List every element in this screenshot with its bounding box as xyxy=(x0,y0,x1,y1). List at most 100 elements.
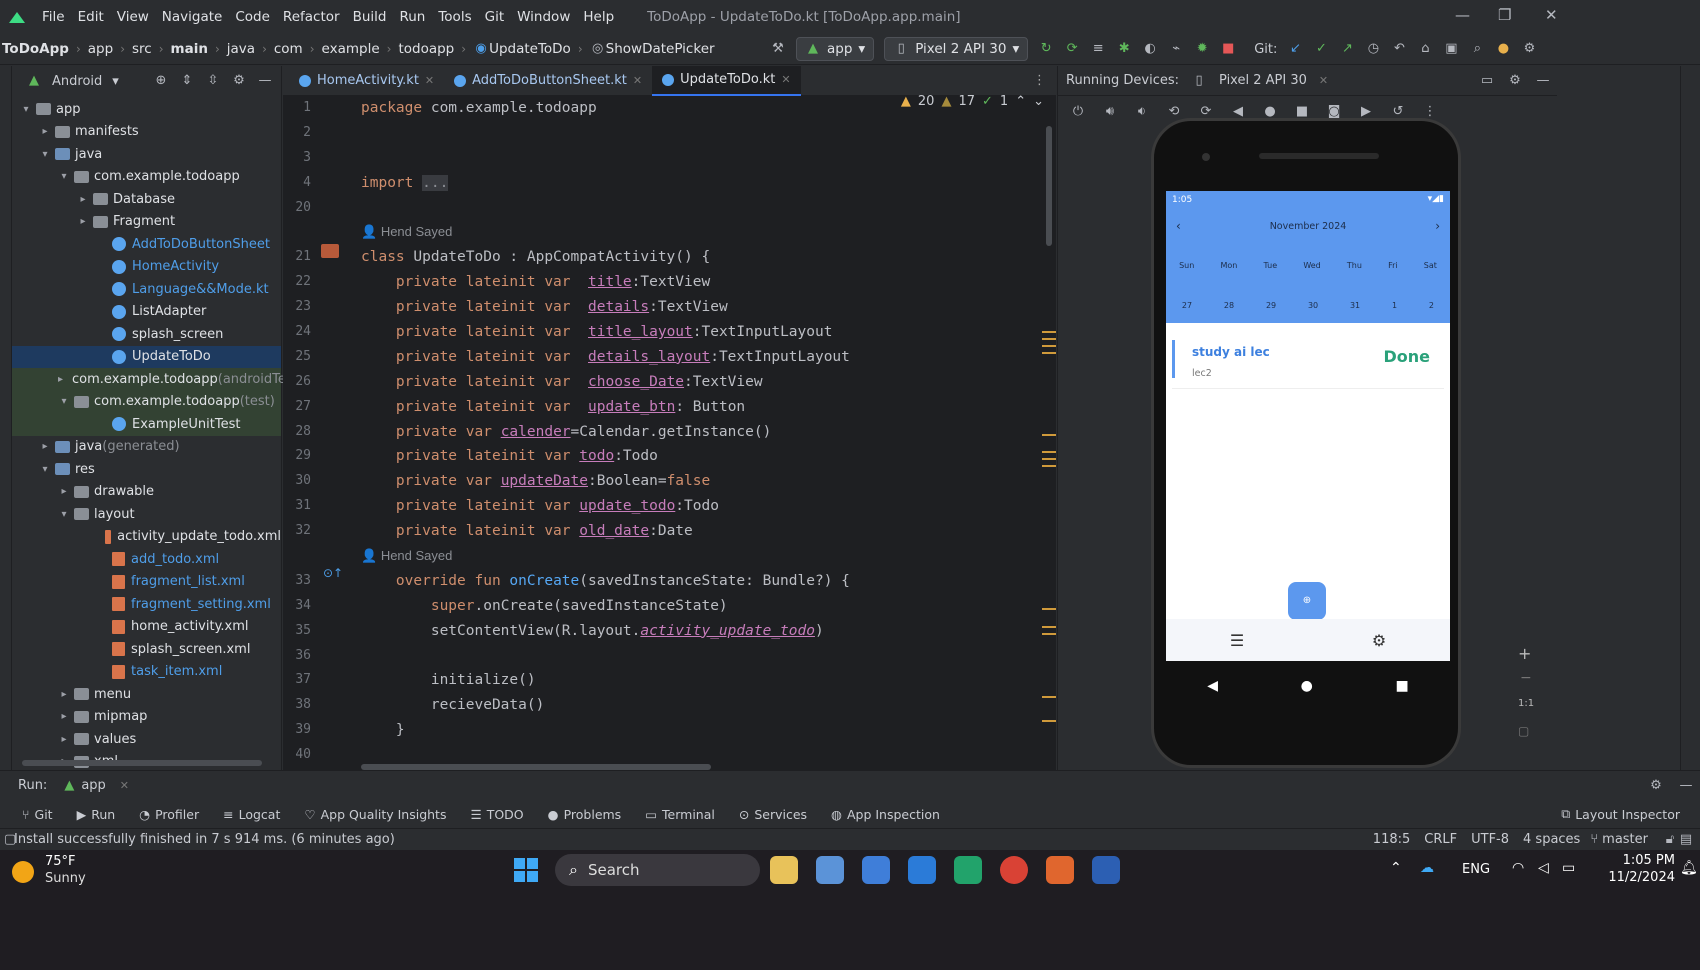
add-task-button[interactable]: ⊕ xyxy=(1288,582,1326,620)
tool-window-terminal[interactable]: ▭ Terminal xyxy=(645,807,715,822)
breadcrumb-item[interactable]: com xyxy=(274,41,303,57)
tool-window-logcat[interactable]: ≡ Logcat xyxy=(223,807,280,822)
menu-item-git[interactable]: Git xyxy=(485,9,505,25)
edge-icon[interactable] xyxy=(954,856,982,884)
task-item[interactable]: study ai lec lec2 Done xyxy=(1172,334,1444,389)
gear-icon[interactable]: ⚙ xyxy=(1507,73,1523,89)
menu-item-run[interactable]: Run xyxy=(399,9,425,25)
tool-window-app-quality-insights[interactable]: ♡ App Quality Insights xyxy=(304,807,446,822)
expand-arrow-icon[interactable]: ▾ xyxy=(39,149,51,160)
breadcrumb-item[interactable]: main xyxy=(171,41,208,57)
tree-item[interactable]: ▾ layout xyxy=(12,503,281,526)
close-tab-icon[interactable]: ✕ xyxy=(781,73,790,86)
update-icon[interactable]: ● xyxy=(1495,41,1511,57)
menu-item-view[interactable]: View xyxy=(117,9,149,25)
next-month-icon[interactable]: › xyxy=(1435,219,1440,233)
breadcrumb-item[interactable]: src xyxy=(132,41,152,57)
done-label[interactable]: Done xyxy=(1383,347,1430,366)
zoom-actual-label[interactable]: 1:1 xyxy=(1518,698,1534,709)
breadcrumb-item[interactable]: ToDoApp xyxy=(2,41,69,57)
matlab-icon[interactable] xyxy=(1046,856,1074,884)
menu-item-edit[interactable]: Edit xyxy=(78,9,104,25)
menu-item-tools[interactable]: Tools xyxy=(438,9,471,25)
tree-item[interactable]: ▸ Database xyxy=(12,188,281,211)
list-icon[interactable]: ≡ xyxy=(1090,41,1106,57)
tree-item[interactable]: ▸ menu xyxy=(12,683,281,706)
menu-item-window[interactable]: Window xyxy=(517,9,570,25)
tree-item[interactable]: ▾ java xyxy=(12,143,281,166)
apply-changes-icon[interactable]: ⟳ xyxy=(1064,41,1080,57)
tree-item[interactable]: UpdateToDo xyxy=(12,345,281,368)
code-area[interactable]: package com.example.todoapp import ... 👤… xyxy=(361,96,1041,768)
scroll-thumb[interactable] xyxy=(1046,126,1052,246)
device-screen[interactable]: 1:05 ▾◢▮ ‹ November 2024 › Sun Mon Tue Wed T… xyxy=(1166,191,1450,661)
tree-item[interactable]: add_todo.xml xyxy=(12,548,281,571)
calendar-date[interactable]: 28 xyxy=(1224,301,1234,310)
horizontal-scrollbar[interactable] xyxy=(22,760,262,766)
rotate-left-icon[interactable]: ⟲ xyxy=(1166,104,1182,120)
breadcrumb-item[interactable]: java xyxy=(227,41,255,57)
zoom-out-icon[interactable]: − xyxy=(1520,670,1532,686)
volume-icon[interactable]: ◁ xyxy=(1538,860,1549,876)
tool-window-layout-inspector[interactable]: ⧉ Layout Inspector xyxy=(1561,806,1680,822)
file-encoding[interactable]: UTF-8 xyxy=(1471,832,1509,847)
tree-item[interactable]: ExampleUnitTest xyxy=(12,413,281,436)
tree-item[interactable]: ▾ res xyxy=(12,458,281,481)
profile-icon[interactable]: ◐ xyxy=(1142,41,1158,57)
home-icon[interactable]: ● xyxy=(1301,678,1313,694)
clock-time[interactable]: 1:05 PM xyxy=(1600,853,1675,868)
gear-icon[interactable]: ⚙ xyxy=(231,73,247,89)
device-manager-icon[interactable]: ▣ xyxy=(1443,41,1459,57)
editor-scrollbar[interactable] xyxy=(1042,126,1056,766)
expand-arrow-icon[interactable]: ▸ xyxy=(58,734,70,745)
expand-arrow-icon[interactable]: ▸ xyxy=(58,374,63,385)
tool-window-run[interactable]: ▶ Run xyxy=(77,807,116,822)
sdk-icon[interactable]: ⌂ xyxy=(1417,41,1433,57)
hide-icon[interactable]: — xyxy=(257,73,273,89)
wifi-icon[interactable]: ◠ xyxy=(1512,860,1524,876)
rollback-icon[interactable]: ↶ xyxy=(1391,41,1407,57)
menu-item-file[interactable]: File xyxy=(42,9,65,25)
minimize-icon[interactable]: — xyxy=(1455,6,1470,24)
override-gutter-icon[interactable]: ⊙↑ xyxy=(323,566,343,580)
cloud-icon[interactable]: ☁ xyxy=(1420,860,1434,876)
git-branch[interactable]: master xyxy=(1602,832,1648,847)
chat-icon[interactable] xyxy=(816,856,844,884)
breadcrumb-item[interactable]: todoapp xyxy=(398,41,454,57)
tree-item[interactable]: fragment_list.xml xyxy=(12,571,281,594)
run-tab[interactable]: app xyxy=(81,778,105,793)
indent-setting[interactable]: 4 spaces xyxy=(1523,832,1580,847)
expand-arrow-icon[interactable]: ▸ xyxy=(77,194,89,205)
tree-item[interactable]: ▸ com.example.todoapp (androidTe xyxy=(12,368,286,391)
tree-item[interactable]: task_item.xml xyxy=(12,661,281,684)
expand-arrow-icon[interactable]: ▾ xyxy=(58,509,70,520)
expand-arrow-icon[interactable]: ▾ xyxy=(58,396,70,407)
tree-item[interactable]: home_activity.xml xyxy=(12,616,281,639)
notifications-icon[interactable]: ▤ xyxy=(1678,832,1694,848)
tree-item[interactable]: fragment_setting.xml xyxy=(12,593,281,616)
tree-item[interactable]: ▸ mipmap xyxy=(12,706,281,729)
expand-arrow-icon[interactable]: ▾ xyxy=(39,464,51,475)
tree-item[interactable]: ▸ values xyxy=(12,728,281,751)
history-icon[interactable]: ◷ xyxy=(1365,41,1381,57)
file-explorer-icon[interactable] xyxy=(770,856,798,884)
language-indicator[interactable]: ENG xyxy=(1462,862,1490,877)
tree-item[interactable]: ▾ app xyxy=(12,98,281,121)
expand-arrow-icon[interactable]: ▸ xyxy=(39,126,51,137)
close-tab-icon[interactable]: ✕ xyxy=(1319,74,1328,87)
tree-item[interactable]: ▸ java (generated) xyxy=(12,436,281,459)
tool-window-git[interactable]: ⑂ Git xyxy=(22,807,53,822)
weather-temp[interactable]: 75°F xyxy=(45,854,76,869)
menu-item-navigate[interactable]: Navigate xyxy=(162,9,223,25)
lock-icon[interactable]: 🔓︎ xyxy=(1662,832,1678,848)
breadcrumb-item[interactable]: app xyxy=(88,41,113,57)
tree-item[interactable]: ▸ manifests xyxy=(12,121,281,144)
breadcrumb-item[interactable]: ShowDatePicker xyxy=(606,41,715,57)
hammer-icon[interactable]: ⚒ xyxy=(770,41,786,57)
notification-bell-icon[interactable]: 🔔︎ xyxy=(1680,860,1698,876)
run-config-select[interactable]: ▲ app ▾ xyxy=(796,37,875,61)
settings-icon[interactable]: ⚙ xyxy=(1521,41,1537,57)
hide-icon[interactable]: — xyxy=(1678,778,1694,794)
tool-window-todo[interactable]: ☰ TODO xyxy=(470,807,523,822)
fit-screen-icon[interactable]: ▢ xyxy=(1518,724,1529,738)
